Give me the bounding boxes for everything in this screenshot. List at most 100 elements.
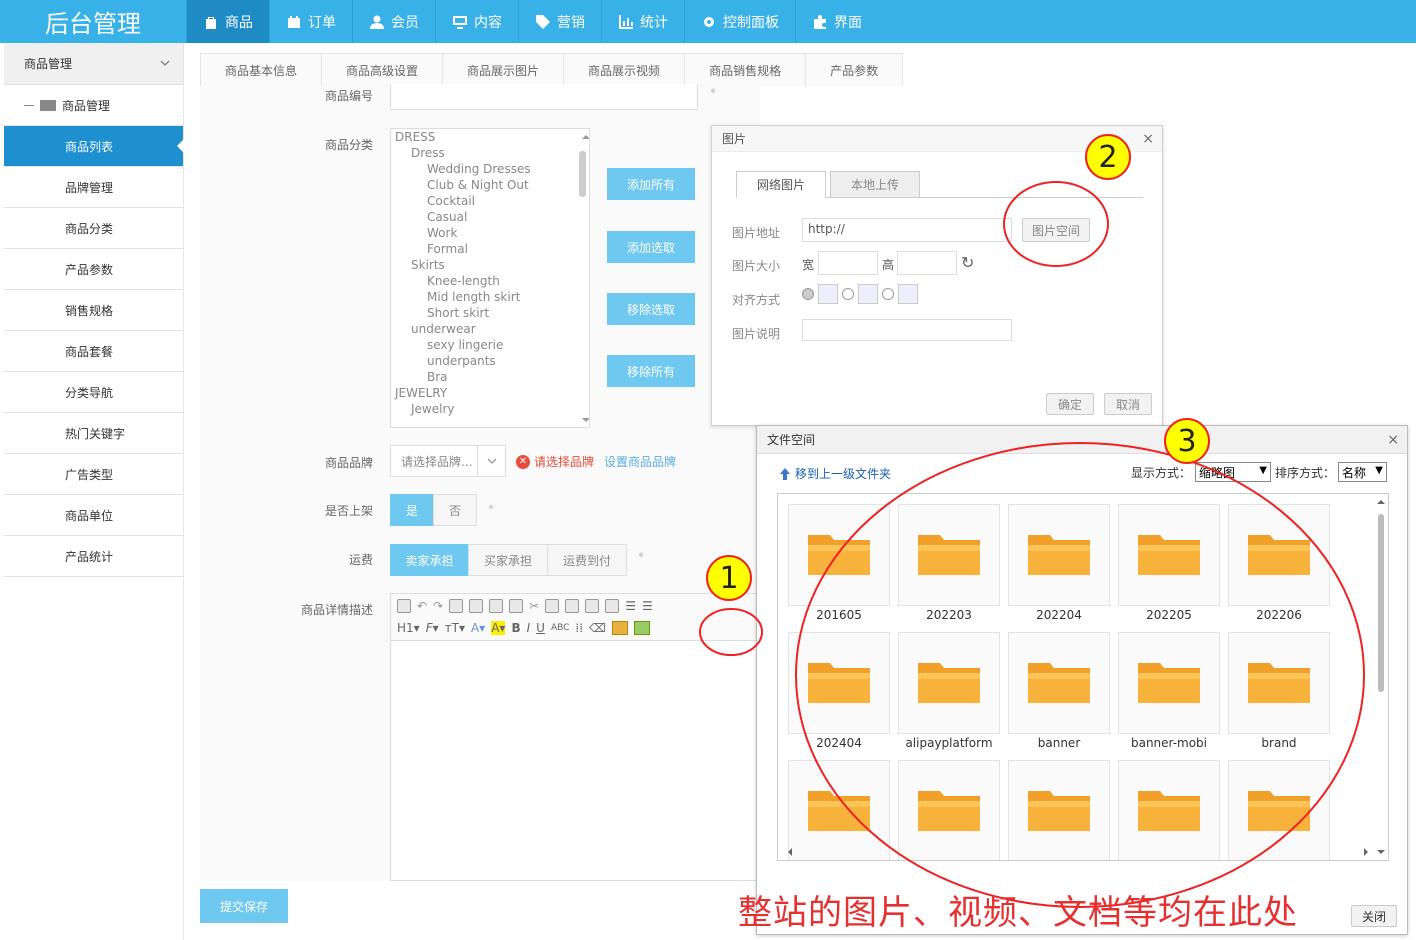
sidebar-item-bundles[interactable]: 商品套餐 (4, 331, 183, 372)
category-item[interactable]: Mid length skirt (391, 289, 589, 305)
folder-item[interactable] (1228, 632, 1330, 734)
close-icon[interactable]: × (1142, 131, 1154, 147)
image-insert-icon[interactable] (612, 621, 629, 635)
eraser-icon[interactable]: ⌫ (589, 621, 606, 635)
tab-web-image[interactable]: 网络图片 (736, 171, 827, 198)
folder-item[interactable] (1228, 760, 1330, 860)
paste-word-icon[interactable] (605, 599, 620, 613)
underline-icon[interactable]: U (536, 621, 545, 635)
scroll-thumb[interactable] (1378, 514, 1384, 692)
highlight-icon[interactable]: A▾ (491, 621, 506, 635)
paste-icon[interactable] (565, 599, 580, 613)
refresh-icon[interactable]: ↻ (961, 253, 974, 272)
nav-goods[interactable]: 商品 (186, 0, 269, 43)
onsale-no[interactable]: 否 (433, 494, 477, 526)
paste-text-icon[interactable] (585, 599, 600, 613)
cancel-button[interactable]: 取消 (1104, 393, 1152, 415)
grid-scrollbar[interactable] (1374, 494, 1388, 860)
submit-button[interactable]: 提交保存 (200, 889, 288, 923)
category-item[interactable]: Formal (391, 241, 589, 257)
nav-members[interactable]: 会员 (352, 0, 435, 43)
height-input[interactable] (897, 251, 957, 275)
italic-icon[interactable]: I (527, 621, 531, 635)
sidebar-item-specs[interactable]: 销售规格 (4, 290, 183, 331)
add-all-button[interactable]: 添加所有 (607, 168, 695, 200)
tab-videos[interactable]: 商品展示视频 (563, 53, 686, 86)
freight-seller[interactable]: 卖家承担 (390, 544, 469, 576)
category-item[interactable]: Short skirt (391, 305, 589, 321)
category-item[interactable]: Bra (391, 369, 589, 385)
category-item[interactable]: Club & Night Out (391, 177, 589, 193)
category-item[interactable]: Casual (391, 209, 589, 225)
category-item[interactable]: Dress (391, 145, 589, 161)
folder-item[interactable] (1118, 504, 1220, 606)
sidebar-item-brands[interactable]: 品牌管理 (4, 167, 183, 208)
preview-icon[interactable] (449, 599, 464, 613)
brand-select[interactable]: 请选择品牌... (390, 445, 506, 477)
freight-buyer[interactable]: 买家承担 (468, 544, 548, 576)
category-item[interactable]: Jewelry (391, 401, 589, 417)
category-tree[interactable]: DRESS Dress Wedding Dresses Club & Night Ou… (390, 128, 590, 428)
align-left-icon[interactable]: ☰ (625, 599, 636, 613)
code-input[interactable] (390, 84, 698, 110)
sidebar-item-units[interactable]: 商品单位 (4, 495, 183, 536)
tab-local-upload[interactable]: 本地上传 (830, 171, 921, 198)
sidebar-item-keywords[interactable]: 热门关键字 (4, 413, 183, 454)
sidebar-group-goods[interactable]: 商品管理 (4, 43, 183, 85)
align-radio-2[interactable] (842, 288, 854, 300)
heading-icon[interactable]: H1▾ (397, 621, 420, 635)
set-brand-link[interactable]: 设置商品品牌 (604, 453, 676, 470)
folder-item[interactable] (1008, 504, 1110, 606)
folder-item[interactable] (1008, 632, 1110, 734)
font-size-icon[interactable]: тT▾ (445, 621, 465, 635)
category-item[interactable]: underpants (391, 353, 589, 369)
remove-selected-button[interactable]: 移除选取 (607, 293, 695, 325)
scroll-thumb[interactable] (579, 151, 586, 197)
font-family-icon[interactable]: F▾ (426, 621, 439, 635)
category-item[interactable]: Work (391, 225, 589, 241)
folder-item[interactable] (1118, 632, 1220, 734)
code-icon[interactable] (509, 599, 524, 613)
image-space-button[interactable]: 图片空间 (1022, 218, 1090, 242)
editor-content[interactable] (390, 641, 760, 881)
folder-item[interactable] (898, 632, 1000, 734)
sidebar-item-params[interactable]: 产品参数 (4, 249, 183, 290)
nav-content[interactable]: 内容 (435, 0, 518, 43)
category-item[interactable]: underwear (391, 321, 589, 337)
close-icon[interactable]: × (1387, 432, 1399, 448)
category-item[interactable]: sexy lingerie (391, 337, 589, 353)
folder-item[interactable] (788, 632, 890, 734)
category-item[interactable]: Skirts (391, 257, 589, 273)
tab-advanced[interactable]: 商品高级设置 (321, 53, 444, 86)
category-item[interactable]: JEWELRY (391, 385, 589, 401)
align-center-icon[interactable]: ☰ (642, 599, 653, 613)
width-input[interactable] (818, 251, 878, 275)
sidebar-sub-goods[interactable]: 商品管理 (4, 85, 183, 126)
redo-icon[interactable]: ↷ (433, 599, 443, 613)
freight-cod[interactable]: 运费到付 (547, 544, 627, 576)
nav-control-panel[interactable]: 控制面板 (684, 0, 795, 43)
bold-icon[interactable]: B (511, 621, 520, 635)
ok-button[interactable]: 确定 (1046, 393, 1094, 415)
folder-item[interactable] (1228, 504, 1330, 606)
view-select[interactable]: 缩略图 ▼ (1195, 462, 1271, 482)
strikethrough-icon[interactable]: ABC (551, 623, 569, 633)
nav-marketing[interactable]: 营销 (518, 0, 601, 43)
source-icon[interactable] (397, 599, 411, 613)
nav-interface[interactable]: 界面 (795, 0, 878, 43)
close-button[interactable]: 关闭 (1351, 905, 1397, 927)
category-item[interactable]: Knee-length (391, 273, 589, 289)
folder-item[interactable] (898, 760, 1000, 860)
cut-icon[interactable]: ✂ (529, 599, 539, 613)
add-selected-button[interactable]: 添加选取 (607, 231, 695, 263)
category-item[interactable]: Wedding Dresses (391, 161, 589, 177)
folder-item[interactable] (898, 504, 1000, 606)
tab-sales-specs[interactable]: 商品销售规格 (684, 53, 807, 86)
nav-orders[interactable]: 订单 (269, 0, 352, 43)
align-radio-3[interactable] (882, 288, 894, 300)
folder-item[interactable] (1118, 760, 1220, 860)
folder-item[interactable] (788, 504, 890, 606)
font-color-icon[interactable]: A▾ (471, 621, 485, 635)
nav-stats[interactable]: 统计 (601, 0, 684, 43)
remove-all-button[interactable]: 移除所有 (607, 355, 695, 387)
